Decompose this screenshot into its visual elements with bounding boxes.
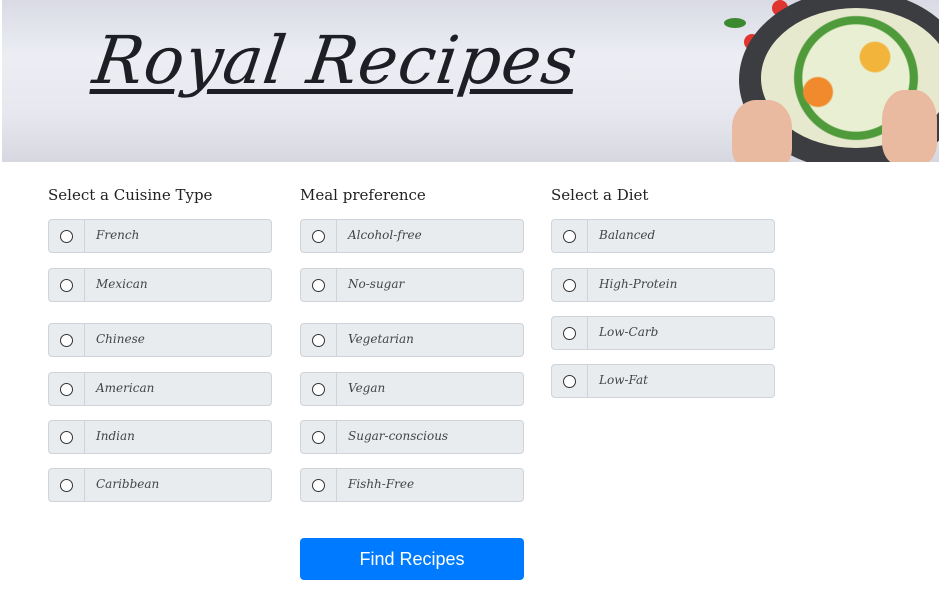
radio-button[interactable] (563, 278, 576, 292)
meal-option-vegan[interactable]: Vegan (300, 372, 524, 406)
cuisine-option-caribbean[interactable]: Caribbean (48, 468, 272, 502)
site-title: Royal Recipes (88, 22, 583, 99)
meal-option-alcohol-free[interactable]: Alcohol-free (300, 219, 524, 253)
radio-button[interactable] (312, 333, 325, 347)
cuisine-option-indian[interactable]: Indian (48, 420, 272, 454)
radio-button[interactable] (312, 229, 325, 243)
radio-button[interactable] (563, 374, 576, 388)
diet-heading: Select a Diet (551, 186, 649, 204)
radio-button[interactable] (312, 430, 325, 444)
radio-button[interactable] (60, 333, 73, 347)
diet-option-low-carb[interactable]: Low-Carb (551, 316, 775, 350)
header-banner: Royal Recipes (2, 0, 939, 162)
radio-button[interactable] (60, 478, 73, 492)
radio-button[interactable] (312, 382, 325, 396)
diet-group: Select a Diet Balanced High-Protein Low-… (551, 186, 775, 398)
radio-button[interactable] (60, 229, 73, 243)
meal-option-no-sugar[interactable]: No-sugar (300, 268, 524, 302)
cuisine-option-american[interactable]: American (48, 372, 272, 406)
radio-button[interactable] (563, 326, 576, 340)
cuisine-heading: Select a Cuisine Type (48, 186, 213, 204)
radio-button[interactable] (312, 478, 325, 492)
meal-heading: Meal preference (300, 186, 426, 204)
meal-option-sugar-conscious[interactable]: Sugar-conscious (300, 420, 524, 454)
cuisine-group: Select a Cuisine Type French Mexican Chi… (48, 186, 272, 502)
find-recipes-button[interactable]: Find Recipes (300, 538, 524, 580)
diet-option-balanced[interactable]: Balanced (551, 219, 775, 253)
cuisine-option-chinese[interactable]: Chinese (48, 323, 272, 357)
radio-button[interactable] (563, 229, 576, 243)
meal-option-vegetarian[interactable]: Vegetarian (300, 323, 524, 357)
meal-group: Meal preference Alcohol-free No-sugar Ve… (300, 186, 524, 502)
diet-option-low-fat[interactable]: Low-Fat (551, 364, 775, 398)
radio-button[interactable] (60, 430, 73, 444)
meal-option-fish-free[interactable]: Fishh-Free (300, 468, 524, 502)
cuisine-option-french[interactable]: French (48, 219, 272, 253)
diet-option-high-protein[interactable]: High-Protein (551, 268, 775, 302)
radio-button[interactable] (60, 382, 73, 396)
radio-button[interactable] (312, 278, 325, 292)
cuisine-option-mexican[interactable]: Mexican (48, 268, 272, 302)
radio-button[interactable] (60, 278, 73, 292)
